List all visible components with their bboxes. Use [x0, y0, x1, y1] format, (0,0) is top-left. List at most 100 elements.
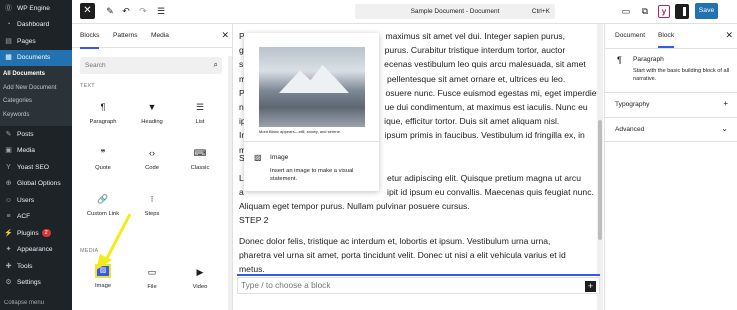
admin-menu-users[interactable]: ☺ Users: [0, 192, 72, 209]
list-view-icon[interactable]: ☰: [155, 5, 167, 17]
tab-document[interactable]: Document: [615, 24, 645, 48]
update-count-badge: 2: [41, 229, 51, 238]
document-title: Sample Document - Document: [410, 8, 500, 15]
admin-menu-label: WP Engine: [17, 4, 50, 12]
save-button[interactable]: Save: [695, 3, 718, 19]
block-preview-popover: Mont Blanc appears—still, snowy, and ser…: [244, 33, 379, 191]
undo-icon[interactable]: ↶: [120, 5, 132, 17]
pin-icon: ✎: [5, 130, 12, 138]
block-selection-line: [237, 274, 600, 276]
admin-menu-yoast-seo[interactable]: Y Yoast SEO: [0, 159, 72, 176]
close-icon[interactable]: ✕: [725, 30, 733, 41]
step-heading[interactable]: STEP 2: [239, 213, 595, 227]
text-line: pharetra vel urna sit amet, porta tincid…: [239, 250, 566, 261]
block-appender[interactable]: Type / to choose a block +: [237, 277, 600, 294]
chevron-down-icon[interactable]: ⌄: [721, 124, 728, 133]
admin-menu-tools[interactable]: ✚ Tools: [0, 258, 72, 275]
submenu-item[interactable]: Add New Document: [0, 82, 72, 96]
add-block-icon[interactable]: +: [585, 281, 596, 292]
preview-image: [259, 47, 365, 127]
block-steps[interactable]: ⁝ Steps: [129, 188, 175, 230]
block-label: Quote: [95, 165, 111, 171]
desktop-preview-icon[interactable]: ▭: [620, 5, 632, 17]
admin-menu-label: Yoast SEO: [17, 163, 50, 171]
block-video[interactable]: ▶ Video: [177, 261, 223, 303]
heading-icon: ▼: [147, 102, 157, 112]
admin-menu-pages[interactable]: ▤ Pages: [0, 33, 72, 50]
settings-icon: ⚙: [5, 279, 12, 287]
settings-sidebar-toggle-icon[interactable]: [675, 4, 689, 19]
preview-caption: Mont Blanc appears—still, snowy, and ser…: [259, 129, 341, 134]
external-view-icon[interactable]: ⧉: [639, 5, 651, 17]
close-icon[interactable]: ✕: [80, 3, 95, 19]
divider: [605, 48, 737, 49]
block-label: Custom Link: [86, 211, 120, 217]
block-file[interactable]: ▭ File: [129, 261, 175, 303]
redo-icon[interactable]: ↷: [137, 5, 149, 17]
block-inserter: Blocks Patterns Media ✕ ⌕ TEXT ¶ Paragrap…: [72, 24, 233, 310]
wordpress-icon: ⓪: [5, 4, 12, 12]
typography-panel[interactable]: Typography +: [605, 92, 737, 117]
collapse-menu[interactable]: Collapse menu: [0, 300, 72, 310]
close-icon[interactable]: ✕: [221, 30, 229, 41]
media-icon: ▣: [5, 147, 12, 155]
pencil-icon[interactable]: ✎: [104, 5, 116, 17]
document-bar[interactable]: Sample Document - Document Ctrl+K: [355, 4, 555, 19]
admin-menu-settings[interactable]: ⚙ Settings: [0, 275, 72, 292]
editor-toolbar: ✕ ✎ ↶ ↷ ☰ Sample Document - Document Ctr…: [72, 0, 737, 24]
admin-menu-label: Media: [17, 147, 35, 155]
yoast-icon[interactable]: y: [658, 5, 670, 18]
search-input[interactable]: [80, 57, 200, 74]
tab-block[interactable]: Block: [658, 24, 675, 48]
text-line: Aliquam eget tempor purus. Nullam pulvin…: [239, 201, 470, 212]
admin-menu-label: Posts: [17, 130, 34, 138]
admin-menu-documents[interactable]: ▦ Documents: [0, 49, 72, 66]
block-custom-link[interactable]: 🔗 Custom Link: [80, 188, 126, 230]
tools-icon: ✚: [5, 262, 12, 270]
admin-menu-dashboard[interactable]: ◔ Dashboard: [0, 17, 72, 34]
submenu-item[interactable]: Keywords: [0, 109, 72, 123]
list-icon: ☰: [195, 102, 205, 112]
block-image[interactable]: ▨ Image: [80, 261, 126, 303]
admin-menu-label: Dashboard: [17, 21, 50, 29]
preview-description: Insert an image to make a visual stateme…: [270, 168, 354, 182]
block-paragraph[interactable]: ¶ Paragraph: [80, 96, 126, 138]
block-label: Paragraph: [89, 119, 117, 125]
documents-submenu: All Documents Add New Document Categories K…: [0, 66, 72, 126]
steps-icon: ⁝: [150, 194, 154, 204]
block-heading[interactable]: ▼ Heading: [129, 96, 175, 138]
block-list[interactable]: ☰ List: [177, 96, 223, 138]
tab-media[interactable]: Media: [151, 24, 169, 48]
inserter-scrollbar[interactable]: [228, 56, 232, 310]
acf-icon: ≡: [6, 213, 11, 221]
wp-admin-sidebar: ⓪ WP Engine ◔ Dashboard ▤ Pages ▦ Documents All…: [0, 0, 72, 310]
admin-menu-label: Settings: [17, 279, 41, 287]
plus-icon[interactable]: +: [723, 99, 728, 108]
block-code[interactable]: ‹› Code: [129, 142, 175, 184]
plugins-icon: ⚡: [4, 229, 13, 237]
admin-menu-appearance[interactable]: ✦ Appearance: [0, 242, 72, 259]
submenu-item[interactable]: All Documents: [0, 68, 72, 82]
admin-menu-posts[interactable]: ✎ Posts: [0, 126, 72, 143]
paragraph-block[interactable]: Donec dolor felis, tristique ac interdum…: [239, 234, 595, 277]
block-quote[interactable]: ❞ Quote: [80, 142, 126, 184]
submenu-item[interactable]: Categories: [0, 95, 72, 109]
tab-patterns[interactable]: Patterns: [113, 24, 138, 48]
block-classic[interactable]: ⌨ Classic: [177, 142, 223, 184]
block-search[interactable]: ⌕: [80, 57, 222, 74]
admin-menu-global-options[interactable]: ⊕ Global Options: [0, 176, 72, 193]
documents-icon: ▦: [5, 54, 12, 62]
yoast-icon: Y: [6, 163, 11, 171]
tab-blocks[interactable]: Blocks: [80, 24, 100, 49]
globe-icon: ⊕: [5, 180, 12, 188]
users-icon: ☺: [4, 196, 13, 204]
admin-menu-wp-engine[interactable]: ⓪ WP Engine: [0, 0, 72, 17]
admin-menu-label: Documents: [17, 54, 51, 62]
admin-menu-media[interactable]: ▣ Media: [0, 143, 72, 160]
admin-menu-plugins[interactable]: ⚡ Plugins 2: [0, 225, 72, 242]
preview-title: Image: [270, 154, 289, 161]
canvas-scroll-thumb[interactable]: [598, 120, 602, 240]
block-label: Video: [192, 284, 208, 290]
advanced-panel[interactable]: Advanced ⌄: [605, 117, 737, 142]
admin-menu-acf[interactable]: ≡ ACF: [0, 209, 72, 226]
